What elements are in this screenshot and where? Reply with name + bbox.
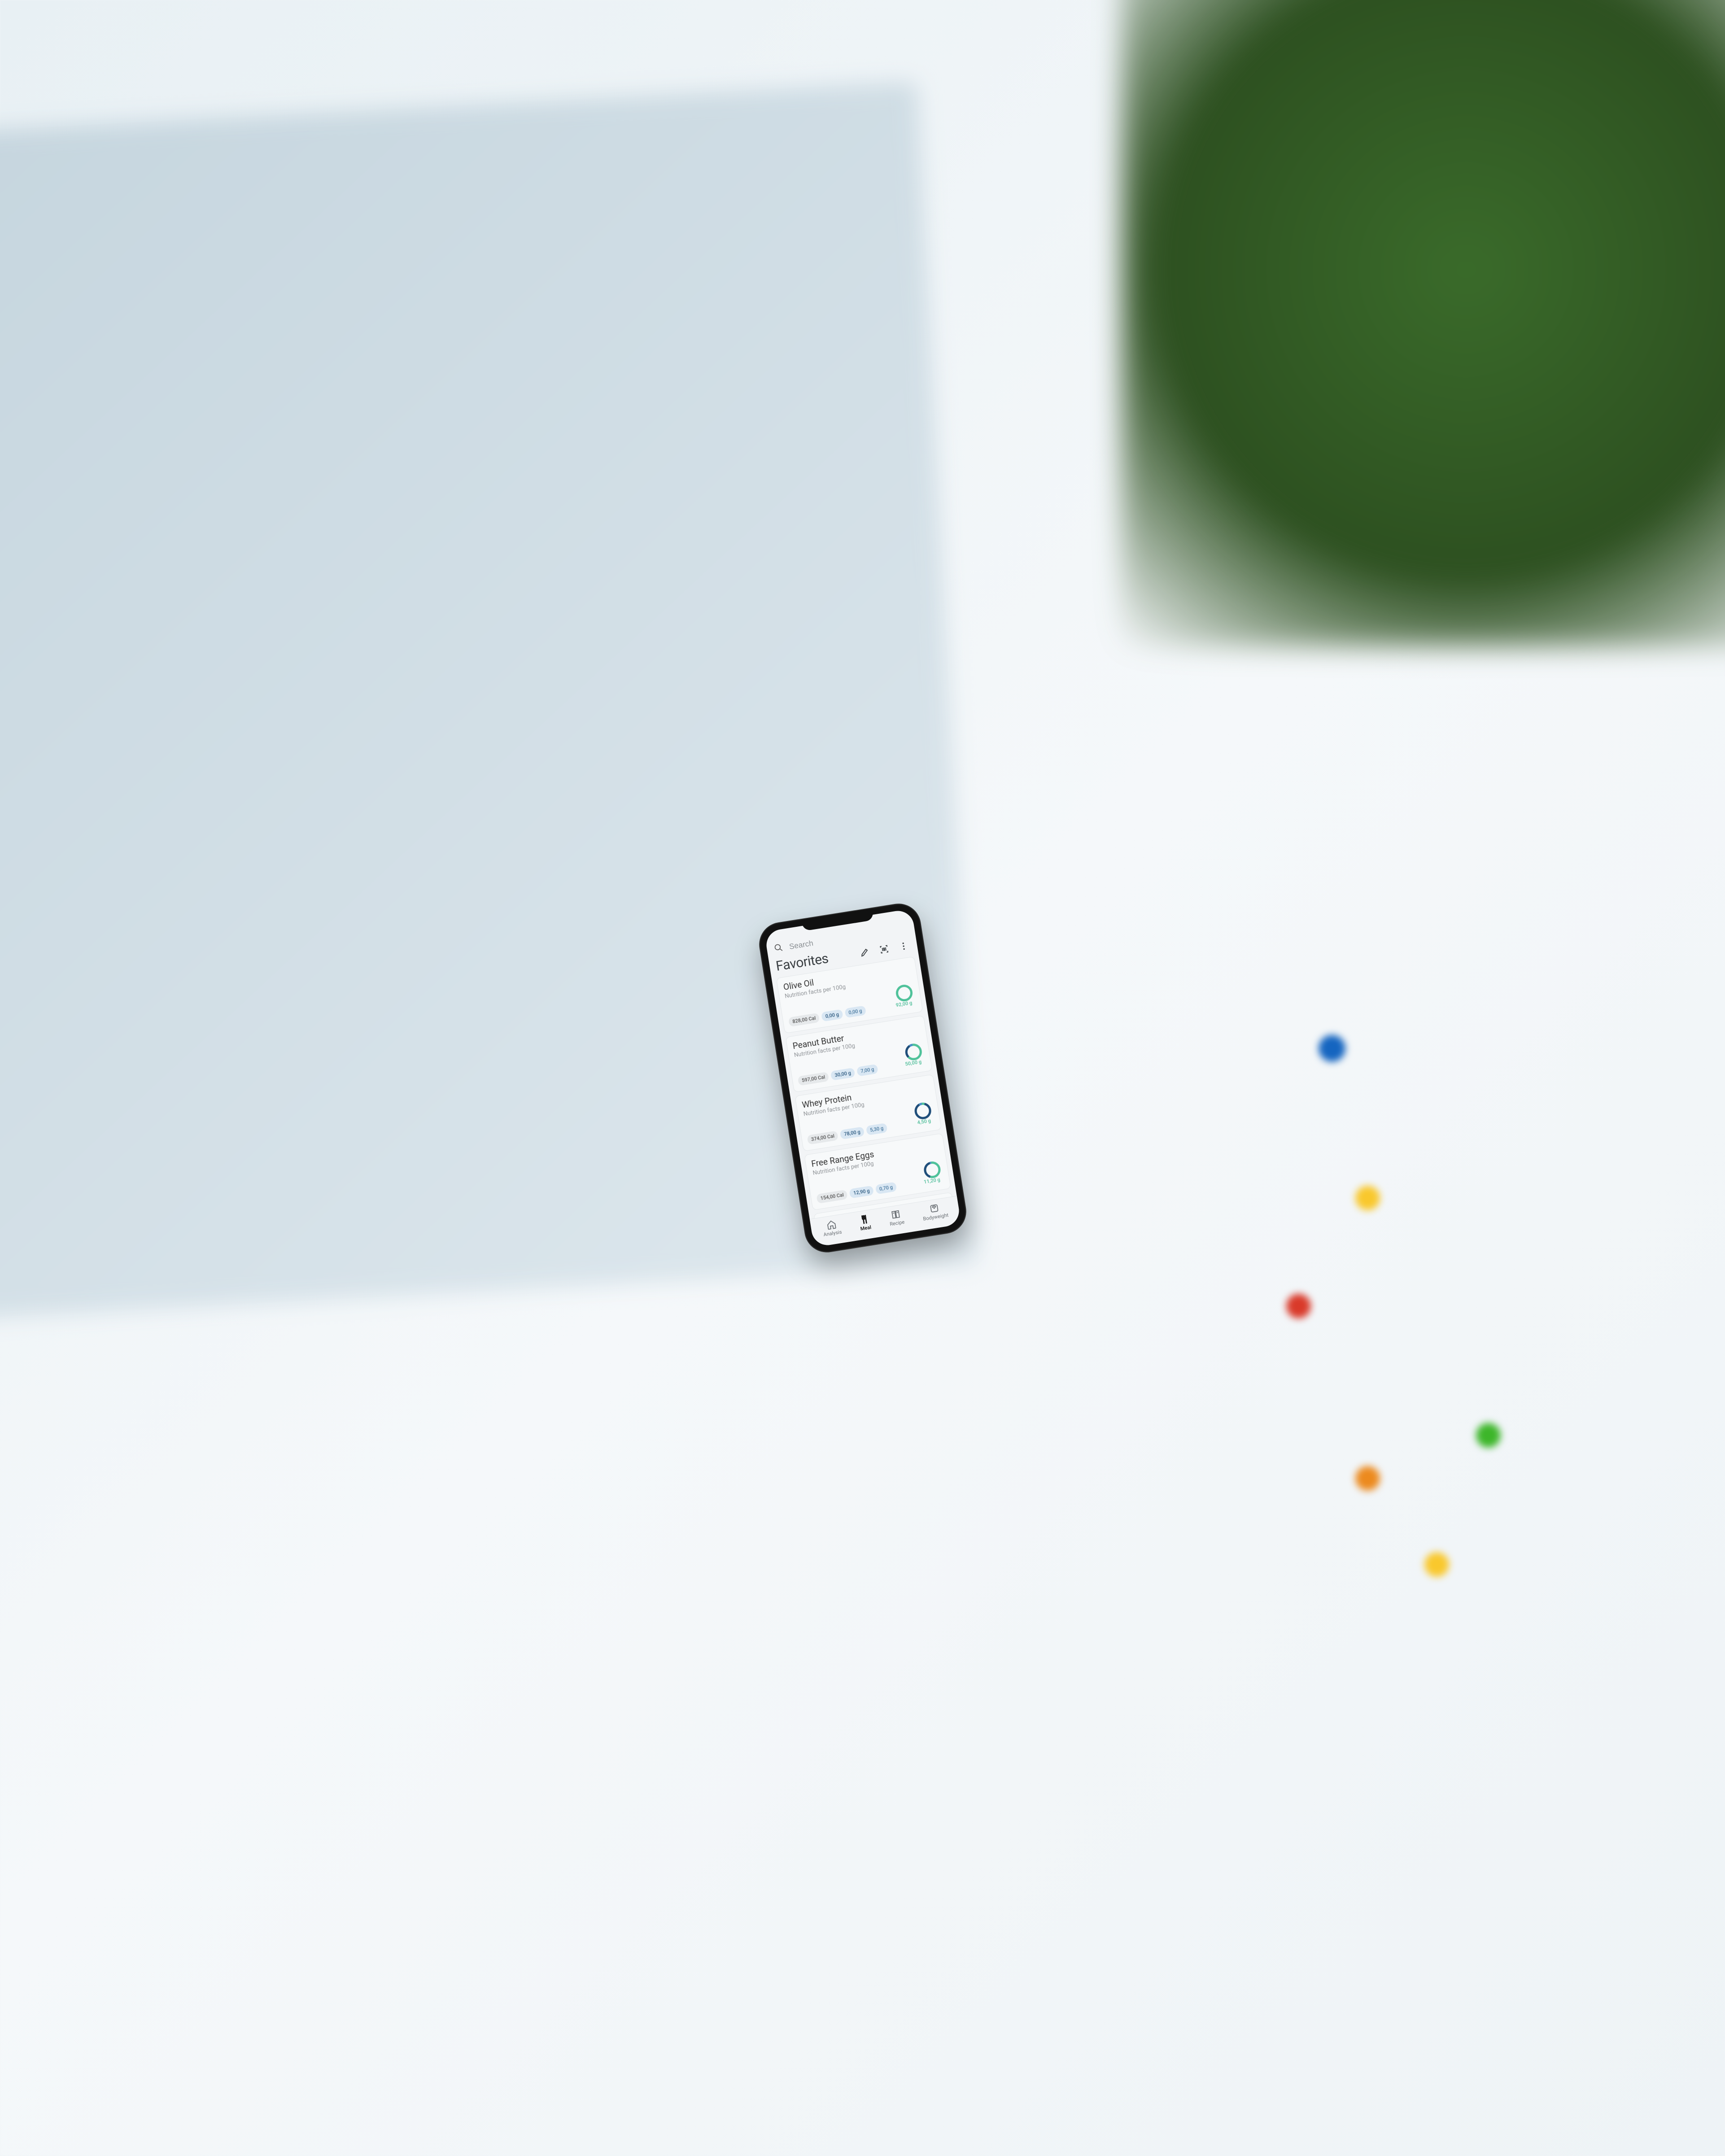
nav-label: Meal (860, 1224, 871, 1232)
barcode-scan-button[interactable] (875, 940, 893, 958)
carb-chip: 7,00 g (856, 1064, 878, 1077)
protein-chip: 78,00 g (839, 1126, 864, 1139)
macro-ring-icon (921, 1159, 942, 1180)
carb-chip: 0,00 g (844, 1005, 866, 1018)
macro-ring-icon (913, 1100, 933, 1121)
carb-chip: 0,70 g (875, 1182, 897, 1194)
calories-chip: 597,00 Cal (797, 1072, 829, 1086)
carb-chip: 5,30 g (865, 1123, 887, 1135)
nav-bodyweight[interactable]: Bodyweight (921, 1201, 948, 1222)
macro-ring-icon (903, 1042, 924, 1062)
favorites-list[interactable]: Olive Oil Nutrition facts per 100g 828,0… (771, 956, 956, 1219)
nav-label: Recipe (889, 1219, 905, 1227)
macro-ring-icon (894, 982, 914, 1003)
edit-button[interactable] (855, 943, 873, 961)
nav-label: Analysis (823, 1229, 842, 1238)
calories-chip: 154,00 Cal (816, 1190, 848, 1204)
protein-chip: 30,00 g (830, 1068, 855, 1081)
nav-label: Bodyweight (922, 1212, 948, 1222)
calories-chip: 374,00 Cal (807, 1130, 838, 1144)
calories-chip: 828,00 Cal (788, 1013, 820, 1027)
nav-meal[interactable]: Meal (858, 1214, 872, 1232)
search-icon (773, 943, 784, 955)
nav-recipe[interactable]: Recipe (887, 1209, 904, 1227)
nav-analysis[interactable]: Analysis (821, 1218, 842, 1238)
protein-chip: 0,00 g (821, 1009, 843, 1021)
protein-chip: 12,90 g (849, 1186, 873, 1199)
more-options-button[interactable] (894, 937, 913, 956)
